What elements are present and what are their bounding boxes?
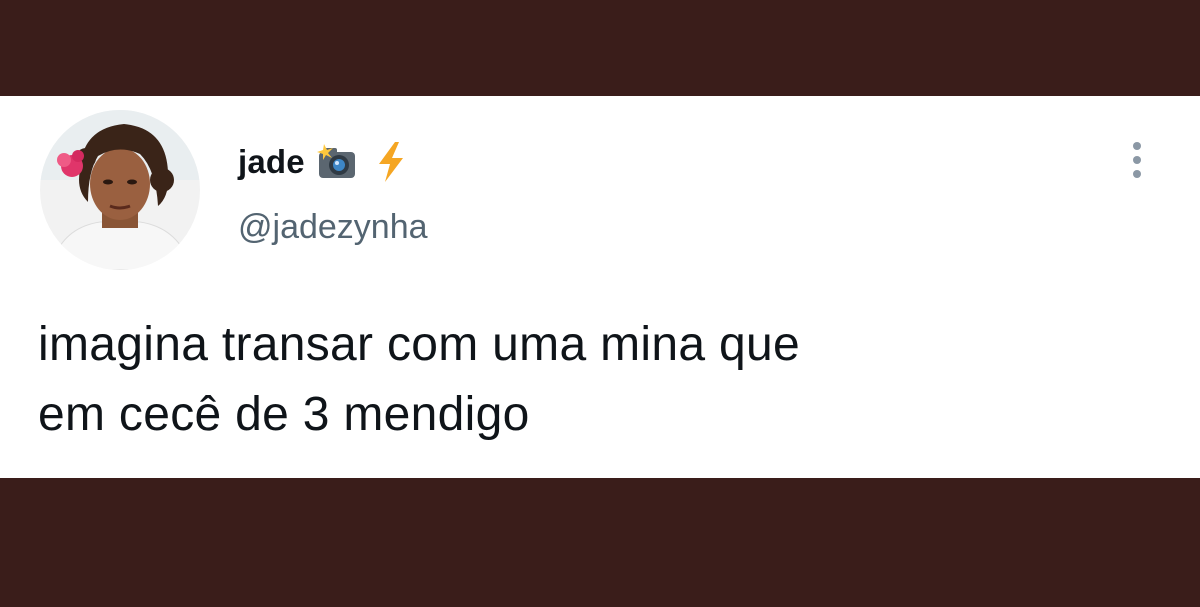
tweet-card[interactable]: jade @jadezynha imagina transar com uma … [0, 96, 1200, 478]
avatar-photo [40, 110, 200, 270]
tweet-text-line: em cecê de 3 mendigo [38, 388, 530, 441]
tweet-text: imagina transar com uma mina que em cecê… [38, 310, 1158, 450]
camera-flash-icon [315, 140, 359, 184]
author-handle[interactable]: @jadezynha [238, 208, 428, 247]
author-display-name[interactable]: jade [238, 143, 305, 181]
avatar[interactable] [40, 110, 200, 270]
lightning-bolt-icon [369, 140, 413, 184]
author-name-row: jade [238, 138, 413, 186]
tweet-text-line: imagina transar com uma mina que [38, 318, 800, 371]
screenshot-frame: jade @jadezynha imagina transar com uma … [0, 0, 1200, 607]
more-options-button[interactable] [1122, 136, 1152, 186]
more-vertical-icon [1133, 142, 1141, 178]
